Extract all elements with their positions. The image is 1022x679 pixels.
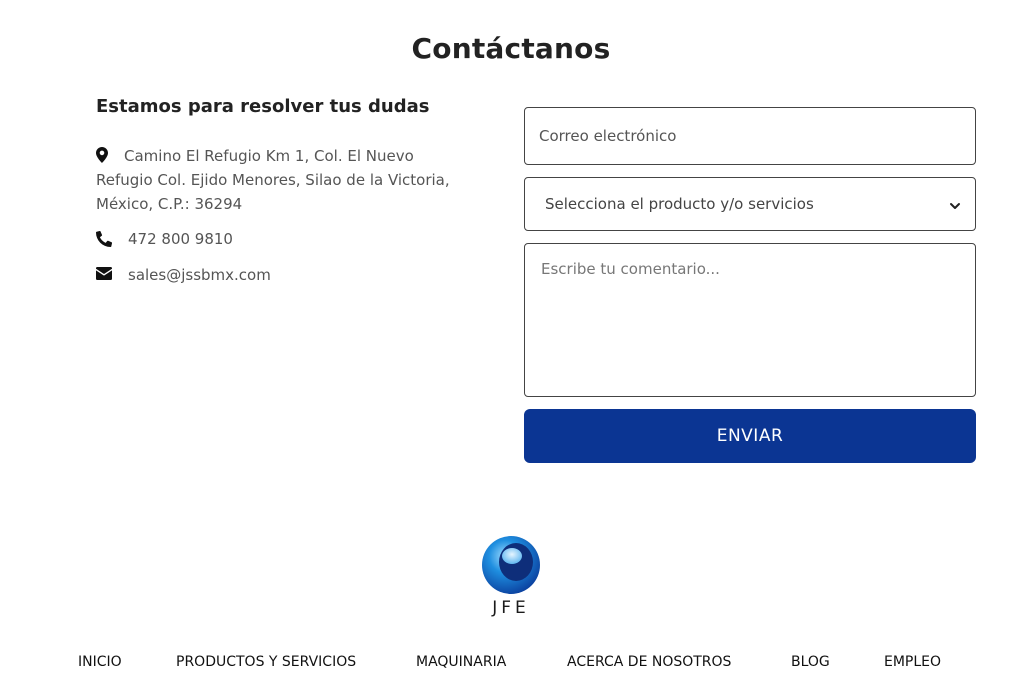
footer-nav: INICIO PRODUCTOS Y SERVICIOS MAQUINARIA … xyxy=(0,654,1022,674)
phone-row: 472 800 9810 xyxy=(96,228,233,250)
chevron-down-icon xyxy=(949,198,961,210)
address-text: Camino El Refugio Km 1, Col. El Nuevo Re… xyxy=(96,147,450,213)
email-row: sales@jssbmx.com xyxy=(96,264,271,286)
logo-text: JFE xyxy=(492,598,530,618)
jfe-logo[interactable]: JFE xyxy=(478,534,544,618)
contact-info-heading: Estamos para resolver tus dudas xyxy=(96,96,430,117)
page-title: Contáctanos xyxy=(411,32,611,65)
map-pin-icon xyxy=(96,147,110,163)
email-text: sales@jssbmx.com xyxy=(128,266,271,284)
footer-nav-inicio[interactable]: INICIO xyxy=(78,654,122,670)
globe-logo-icon xyxy=(482,536,540,594)
phone-text: 472 800 9810 xyxy=(128,230,233,248)
email-input[interactable] xyxy=(524,107,976,165)
phone-icon xyxy=(96,231,112,247)
comment-textarea[interactable] xyxy=(524,243,976,397)
footer-nav-maquinaria[interactable]: MAQUINARIA xyxy=(416,654,506,670)
send-button[interactable]: ENVIAR xyxy=(524,409,976,463)
footer-nav-blog[interactable]: BLOG xyxy=(791,654,830,670)
footer-nav-productos-servicios[interactable]: PRODUCTOS Y SERVICIOS xyxy=(176,654,356,670)
footer-nav-empleo[interactable]: EMPLEO xyxy=(884,654,941,670)
envelope-icon xyxy=(96,267,112,283)
select-value: Selecciona el producto y/o servicios xyxy=(545,195,814,213)
footer-nav-acerca[interactable]: ACERCA DE NOSOTROS xyxy=(567,654,731,670)
address-row: Camino El Refugio Km 1, Col. El Nuevo Re… xyxy=(96,144,456,216)
product-service-select[interactable]: Selecciona el producto y/o servicios xyxy=(524,177,976,231)
